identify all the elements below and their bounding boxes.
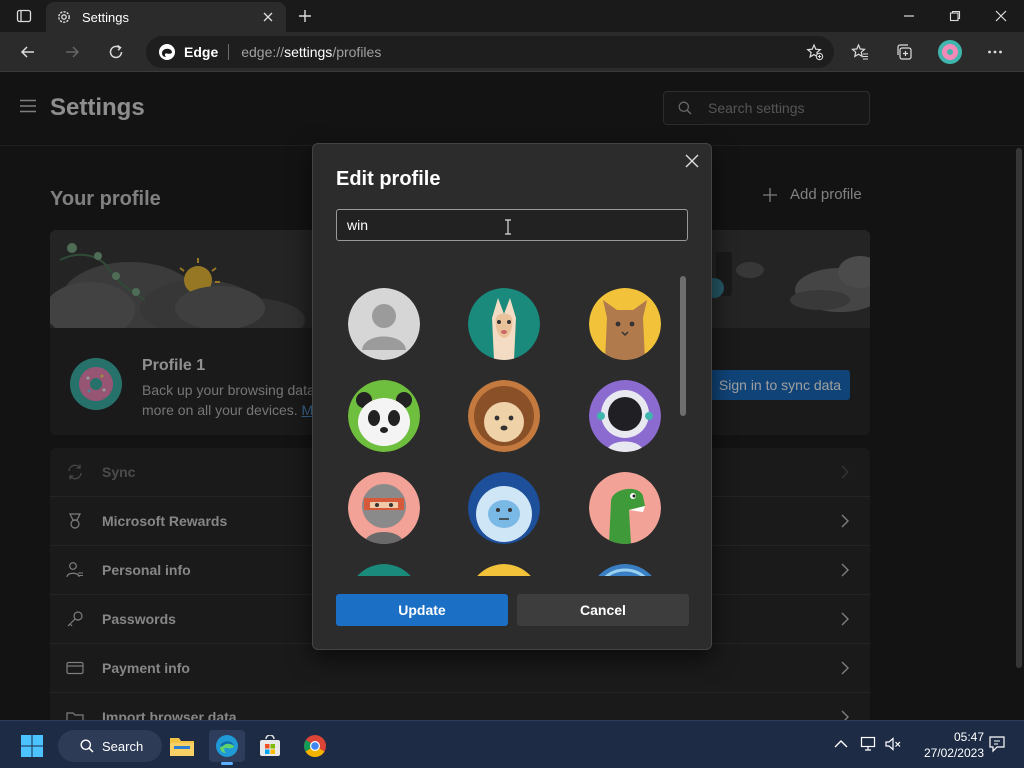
tab-settings[interactable]: Settings (46, 2, 286, 32)
ninja-icon (348, 472, 420, 544)
yeti-icon (468, 472, 540, 544)
taskbar-clock[interactable]: 05:47 27/02/2023 (914, 729, 984, 761)
avatar-scrollbar[interactable] (680, 276, 686, 416)
avatar-grid (336, 274, 676, 576)
arrow-left-icon (20, 46, 34, 58)
store-icon (260, 735, 280, 756)
edge-logo-icon (159, 44, 175, 60)
active-app-indicator (221, 762, 233, 765)
site-label: Edge (184, 44, 219, 60)
close-window-button[interactable] (978, 0, 1024, 32)
blue-avatar-icon (598, 564, 652, 576)
new-tab-button[interactable] (294, 6, 316, 26)
restore-icon (949, 10, 961, 22)
edit-profile-dialog: Edit profile win Update Cancel (312, 143, 712, 650)
monitor-icon[interactable] (860, 735, 878, 753)
profile-button[interactable] (935, 38, 965, 66)
notification-icon[interactable] (988, 735, 1006, 753)
gear-icon (58, 11, 70, 23)
donut-avatar-icon (938, 40, 962, 64)
avatar-default-person[interactable] (348, 288, 420, 360)
taskbar-chrome[interactable] (297, 730, 333, 762)
forward-button[interactable] (57, 38, 87, 66)
avatar-hedgehog[interactable] (468, 380, 540, 452)
restore-button[interactable] (932, 0, 978, 32)
close-tab-icon[interactable] (260, 9, 276, 25)
plus-icon (299, 10, 311, 22)
fox-icon (468, 288, 540, 360)
ellipsis-icon (988, 50, 1002, 54)
panda-icon (348, 380, 420, 452)
tab-title: Settings (82, 9, 129, 25)
folder-icon (170, 738, 194, 756)
close-icon (995, 10, 1007, 22)
back-button[interactable] (13, 38, 43, 66)
tab-actions-icon[interactable] (12, 6, 36, 26)
cancel-button[interactable]: Cancel (517, 594, 689, 626)
astronaut-icon (589, 380, 661, 452)
default-person-icon (348, 288, 420, 360)
dialog-title: Edit profile (336, 168, 441, 190)
collections-button[interactable] (889, 38, 919, 66)
taskbar-file-explorer[interactable] (164, 730, 200, 762)
yellow-avatar-icon (477, 564, 531, 576)
avatar-panda[interactable] (348, 380, 420, 452)
url-scheme: edge:// (241, 44, 285, 60)
cat-icon (589, 288, 661, 360)
taskbar-edge[interactable] (209, 730, 245, 765)
avatar-blue[interactable] (589, 564, 661, 576)
clock-date: 27/02/2023 (923, 746, 984, 760)
chrome-icon (304, 735, 326, 757)
close-icon[interactable] (683, 152, 701, 170)
address-separator (228, 44, 230, 60)
avatar-astronaut[interactable] (589, 380, 661, 452)
url-host: settings (284, 44, 333, 60)
clock-time: 05:47 (953, 730, 984, 744)
favorites-icon (851, 43, 868, 60)
arrow-right-icon (66, 46, 80, 58)
url-path: /profiles (332, 44, 382, 60)
title-bar: Settings (0, 0, 1024, 32)
taskbar-search-label: Search (102, 738, 144, 754)
avatar-teal[interactable] (348, 564, 420, 576)
refresh-button[interactable] (101, 38, 131, 66)
update-button[interactable]: Update (336, 594, 508, 626)
avatar-dinosaur[interactable] (589, 472, 661, 544)
text-cursor-icon (505, 219, 511, 235)
taskbar-store[interactable] (252, 730, 288, 762)
windows-start-icon[interactable] (20, 734, 44, 758)
minimize-button[interactable] (886, 0, 932, 32)
search-icon (80, 739, 94, 753)
taskbar: Search 05:47 27/02/2023 (0, 720, 1024, 768)
browser-toolbar: Edge edge://settings/profiles (0, 32, 1024, 72)
refresh-icon (109, 44, 123, 59)
add-favorite-icon[interactable] (806, 43, 824, 61)
taskbar-search[interactable]: Search (58, 730, 162, 762)
avatar-cat[interactable] (589, 288, 661, 360)
more-options-button[interactable] (980, 38, 1010, 66)
collections-icon (897, 44, 912, 60)
avatar-fox[interactable] (468, 288, 540, 360)
minimize-icon (904, 15, 914, 17)
favorites-button[interactable] (845, 38, 875, 66)
speaker-muted-icon[interactable] (884, 735, 902, 753)
hedgehog-icon (468, 380, 540, 452)
dinosaur-icon (589, 472, 661, 544)
avatar-ninja[interactable] (348, 472, 420, 544)
avatar-yellow[interactable] (468, 564, 540, 576)
teal-avatar-icon (357, 564, 411, 576)
avatar-yeti[interactable] (468, 472, 540, 544)
chevron-up-icon[interactable] (832, 735, 850, 753)
edge-icon (216, 735, 238, 757)
address-bar[interactable]: Edge edge://settings/profiles (146, 36, 834, 68)
